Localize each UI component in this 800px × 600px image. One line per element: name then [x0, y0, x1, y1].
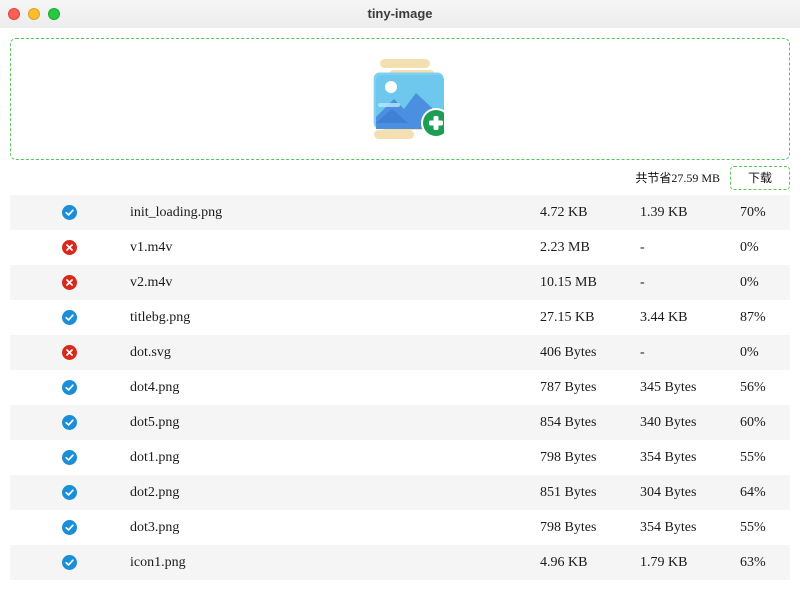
file-name: dot3.png: [130, 520, 180, 535]
success-check-icon: [62, 205, 77, 220]
error-x-icon: [62, 275, 77, 290]
total-saved-text: 共节省27.59 MB: [635, 171, 720, 185]
file-name: v1.m4v: [130, 240, 173, 255]
success-check-icon: [62, 415, 77, 430]
file-name: titlebg.png: [130, 310, 191, 325]
original-size: 10.15 MB: [540, 275, 597, 290]
success-check-icon: [62, 485, 77, 500]
original-size: 27.15 KB: [540, 310, 595, 325]
file-row: dot5.png 854 Bytes 340 Bytes 60%: [10, 405, 790, 440]
compressed-size: 345 Bytes: [640, 380, 697, 395]
title-bar: tiny-image: [0, 0, 800, 28]
image-drop-zone[interactable]: [10, 38, 790, 160]
saved-percent: 0%: [740, 345, 759, 360]
file-row: dot3.png 798 Bytes 354 Bytes 55%: [10, 510, 790, 545]
success-check-icon: [62, 555, 77, 570]
saved-percent: 60%: [740, 415, 766, 430]
file-list: init_loading.png 4.72 KB 1.39 KB 70% v1.m4v 2…: [10, 195, 790, 580]
saved-percent: 0%: [740, 240, 759, 255]
download-button[interactable]: 下载: [730, 166, 790, 190]
app-window: tiny-image 共节省27.59 MB 下载 init_loading.p…: [0, 0, 800, 600]
original-size: 854 Bytes: [540, 415, 597, 430]
original-size: 798 Bytes: [540, 520, 597, 535]
saved-percent: 55%: [740, 520, 766, 535]
file-row: v2.m4v 10.15 MB - 0%: [10, 265, 790, 300]
add-image-icon: [373, 59, 444, 139]
success-check-icon: [62, 310, 77, 325]
file-row: dot2.png 851 Bytes 304 Bytes 64%: [10, 475, 790, 510]
file-name: v2.m4v: [130, 275, 173, 290]
original-size: 2.23 MB: [540, 240, 590, 255]
original-size: 4.96 KB: [540, 555, 588, 570]
compressed-size: 354 Bytes: [640, 520, 697, 535]
compressed-size: -: [640, 345, 645, 360]
file-name: icon1.png: [130, 555, 186, 570]
saved-percent: 55%: [740, 450, 766, 465]
file-row: dot.svg 406 Bytes - 0%: [10, 335, 790, 370]
saved-percent: 70%: [740, 205, 766, 220]
compressed-size: 3.44 KB: [640, 310, 688, 325]
compressed-size: 340 Bytes: [640, 415, 697, 430]
error-x-icon: [62, 345, 77, 360]
success-check-icon: [62, 380, 77, 395]
file-row: icon1.png 4.96 KB 1.79 KB 63%: [10, 545, 790, 580]
file-name: dot5.png: [130, 415, 180, 430]
compressed-size: 304 Bytes: [640, 485, 697, 500]
summary-bar: 共节省27.59 MB 下载: [0, 166, 800, 190]
original-size: 406 Bytes: [540, 345, 597, 360]
saved-percent: 0%: [740, 275, 759, 290]
saved-percent: 63%: [740, 555, 766, 570]
file-row: dot4.png 787 Bytes 345 Bytes 56%: [10, 370, 790, 405]
saved-percent: 64%: [740, 485, 766, 500]
window-title: tiny-image: [367, 6, 433, 21]
file-name: init_loading.png: [130, 205, 223, 220]
success-check-icon: [62, 450, 77, 465]
file-name: dot2.png: [130, 485, 180, 500]
original-size: 4.72 KB: [540, 205, 588, 220]
file-name: dot4.png: [130, 380, 180, 395]
compressed-size: -: [640, 240, 645, 255]
file-row: titlebg.png 27.15 KB 3.44 KB 87%: [10, 300, 790, 335]
original-size: 798 Bytes: [540, 450, 597, 465]
file-name: dot.svg: [130, 345, 171, 360]
compressed-size: -: [640, 275, 645, 290]
compressed-size: 1.39 KB: [640, 205, 688, 220]
saved-percent: 56%: [740, 380, 766, 395]
file-row: init_loading.png 4.72 KB 1.39 KB 70%: [10, 195, 790, 230]
compressed-size: 1.79 KB: [640, 555, 688, 570]
saved-percent: 87%: [740, 310, 766, 325]
original-size: 851 Bytes: [540, 485, 597, 500]
error-x-icon: [62, 240, 77, 255]
success-check-icon: [62, 520, 77, 535]
file-row: dot1.png 798 Bytes 354 Bytes 55%: [10, 440, 790, 475]
file-name: dot1.png: [130, 450, 180, 465]
compressed-size: 354 Bytes: [640, 450, 697, 465]
file-row: v1.m4v 2.23 MB - 0%: [10, 230, 790, 265]
original-size: 787 Bytes: [540, 380, 597, 395]
